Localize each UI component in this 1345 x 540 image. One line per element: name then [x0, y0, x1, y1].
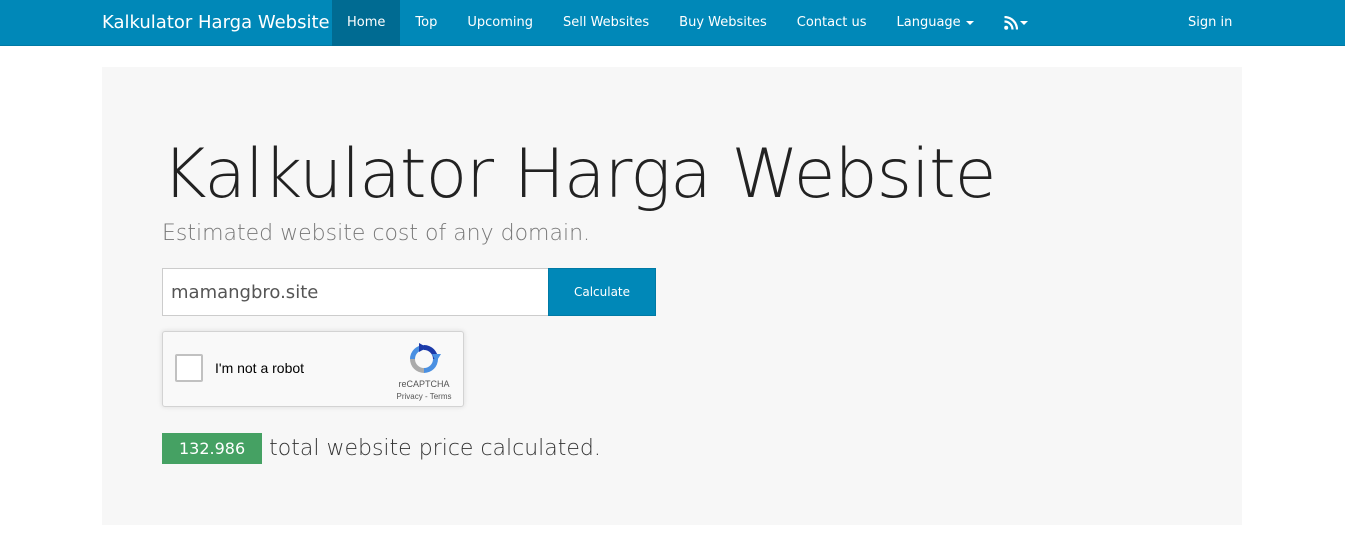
nav-item-upcoming[interactable]: Upcoming	[452, 0, 548, 46]
rss-icon	[1003, 16, 1018, 30]
recaptcha-privacy-link[interactable]: Privacy	[397, 392, 423, 401]
result-line: 132.986 total website price calculated.	[162, 433, 601, 464]
nav-item-label: Sell Websites	[562, 15, 650, 30]
hero-panel: Kalkulator Harga Website Estimated websi…	[102, 67, 1242, 525]
nav-item-buy-websites[interactable]: Buy Websites	[664, 0, 782, 46]
sign-in-link[interactable]: Sign in	[1173, 0, 1247, 46]
recaptcha-checkbox[interactable]	[175, 354, 203, 382]
nav-item-label: Top	[415, 15, 438, 30]
count-badge: 132.986	[162, 433, 263, 464]
nav-item-label: Contact us	[796, 15, 867, 30]
recaptcha-widget: I'm not a robot reCAPTCHA Privacy - Term…	[162, 331, 464, 407]
page-subtitle: Estimated website cost of any domain.	[162, 221, 591, 246]
nav-item-contact-us[interactable]: Contact us	[782, 0, 882, 46]
page-title: Kalkulator Harga Website	[162, 135, 996, 214]
brand-link[interactable]: Kalkulator Harga Website	[102, 0, 330, 46]
nav-item-label: Buy Websites	[679, 15, 767, 30]
recaptcha-label: I'm not a robot	[215, 360, 305, 376]
calculate-button[interactable]: Calculate	[548, 268, 656, 316]
result-text: total website price calculated.	[269, 436, 601, 461]
nav-item-top[interactable]: Top	[400, 0, 452, 46]
main-nav: Home Top Upcoming Sell Websites Buy Webs…	[332, 0, 1043, 46]
nav-item-label: Upcoming	[467, 15, 533, 30]
domain-input[interactable]	[162, 268, 548, 316]
nav-item-sell-websites[interactable]: Sell Websites	[548, 0, 664, 46]
nav-item-label: Language	[896, 15, 961, 30]
recaptcha-logo-icon	[410, 343, 441, 373]
recaptcha-brand: reCAPTCHA	[398, 379, 450, 389]
recaptcha-terms-link[interactable]: Terms	[430, 392, 452, 401]
nav-item-rss-dropdown[interactable]	[989, 0, 1043, 46]
nav-item-language-dropdown[interactable]: Language	[882, 0, 989, 46]
top-navbar: Kalkulator Harga Website Home Top Upcomi…	[0, 0, 1345, 46]
nav-item-label: Home	[347, 15, 386, 30]
chevron-down-icon	[965, 21, 974, 25]
nav-item-home[interactable]: Home	[332, 0, 401, 46]
chevron-down-icon	[1019, 21, 1028, 25]
recaptcha-links: Privacy - Terms	[391, 392, 457, 401]
recaptcha-links-separator: -	[422, 392, 430, 401]
